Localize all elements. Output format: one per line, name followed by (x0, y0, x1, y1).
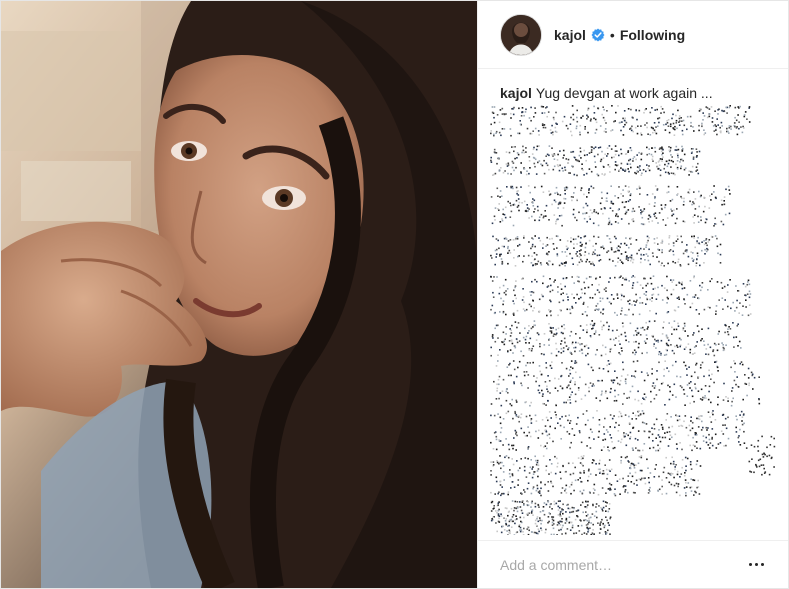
following-button[interactable]: Following (620, 27, 685, 43)
more-options-button[interactable] (744, 555, 768, 575)
post-photo[interactable] (1, 1, 477, 588)
comment-input[interactable] (500, 556, 744, 573)
avatar-image (501, 14, 541, 55)
portrait-image (1, 1, 477, 588)
post-caption: kajol Yug devgan at work again ... (500, 83, 766, 103)
header-separator: • (609, 26, 615, 43)
caption-text: Yug devgan at work again ... (535, 85, 713, 101)
post-header: kajol • Following (478, 1, 788, 69)
caption-username[interactable]: kajol (500, 85, 532, 101)
redacted-comments (490, 105, 776, 535)
instagram-post: kajol • Following kajol Yug devgan at wor… (0, 0, 789, 589)
profile-avatar[interactable] (500, 13, 542, 56)
verified-badge-icon (591, 28, 605, 41)
comments-section: kajol Yug devgan at work again ... (478, 69, 788, 540)
post-side-panel: kajol • Following kajol Yug devgan at wor… (477, 1, 788, 588)
comment-footer (478, 540, 788, 588)
author-username[interactable]: kajol (554, 27, 586, 43)
more-horizontal-icon (748, 563, 752, 566)
